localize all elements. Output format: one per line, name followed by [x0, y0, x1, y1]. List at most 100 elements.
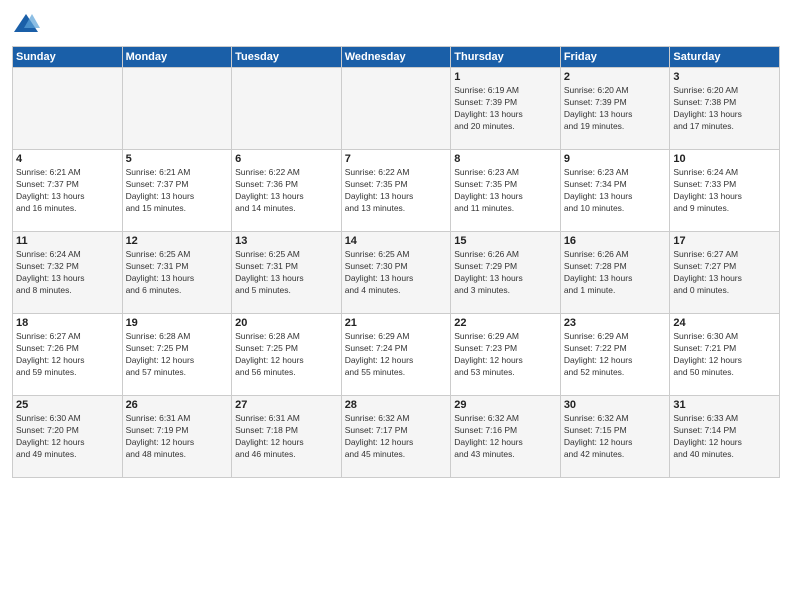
calendar-week-1: 1 Sunrise: 6:19 AM Sunset: 7:39 PM Daylig… — [13, 68, 780, 150]
calendar-cell: 25Sunrise: 6:30 AM Sunset: 7:20 PM Dayli… — [13, 396, 123, 478]
calendar-cell: 4 Sunrise: 6:21 AM Sunset: 7:37 PM Daylig… — [13, 150, 123, 232]
day-number: 14 — [345, 235, 448, 247]
day-info: Sunrise: 6:24 AM Sunset: 7:32 PM Dayligh… — [16, 249, 119, 297]
weekday-header-sunday: Sunday — [13, 47, 123, 68]
calendar-cell: 10Sunrise: 6:24 AM Sunset: 7:33 PM Dayli… — [670, 150, 780, 232]
calendar-cell: 17 Sunrise: 6:27 AM Sunset: 7:27 PM Dayli… — [670, 232, 780, 314]
calendar-cell: 3 Sunrise: 6:20 AM Sunset: 7:38 PM Daylig… — [670, 68, 780, 150]
day-info: Sunrise: 6:29 AM Sunset: 7:22 PM Dayligh… — [564, 331, 667, 379]
day-number: 19 — [126, 317, 229, 329]
calendar-cell: 23 Sunrise: 6:29 AM Sunset: 7:22 PM Dayli… — [560, 314, 670, 396]
calendar-week-3: 11 Sunrise: 6:24 AM Sunset: 7:32 PM Dayli… — [13, 232, 780, 314]
day-info: Sunrise: 6:27 AM Sunset: 7:26 PM Dayligh… — [16, 331, 119, 379]
day-number: 26 — [126, 399, 229, 411]
calendar-cell: 1 Sunrise: 6:19 AM Sunset: 7:39 PM Daylig… — [451, 68, 561, 150]
day-number: 22 — [454, 317, 557, 329]
day-number: 17 — [673, 235, 776, 247]
weekday-header-thursday: Thursday — [451, 47, 561, 68]
day-number: 18 — [16, 317, 119, 329]
day-number: 28 — [345, 399, 448, 411]
calendar-body: 1 Sunrise: 6:19 AM Sunset: 7:39 PM Daylig… — [13, 68, 780, 478]
calendar-cell: 12 Sunrise: 6:25 AM Sunset: 7:31 PM Dayli… — [122, 232, 232, 314]
calendar-cell: 30 Sunrise: 6:32 AM Sunset: 7:15 PM Dayli… — [560, 396, 670, 478]
day-info: Sunrise: 6:31 AM Sunset: 7:18 PM Dayligh… — [235, 413, 338, 461]
day-info: Sunrise: 6:30 AM Sunset: 7:21 PM Dayligh… — [673, 331, 776, 379]
day-number: 4 — [16, 153, 119, 165]
header — [12, 10, 780, 38]
day-number: 6 — [235, 153, 338, 165]
calendar-cell: 31 Sunrise: 6:33 AM Sunset: 7:14 PM Dayli… — [670, 396, 780, 478]
calendar-cell: 27 Sunrise: 6:31 AM Sunset: 7:18 PM Dayli… — [232, 396, 342, 478]
day-number: 2 — [564, 71, 667, 83]
calendar-cell: 21Sunrise: 6:29 AM Sunset: 7:24 PM Dayli… — [341, 314, 451, 396]
calendar-cell: 24 Sunrise: 6:30 AM Sunset: 7:21 PM Dayli… — [670, 314, 780, 396]
day-info: Sunrise: 6:20 AM Sunset: 7:39 PM Dayligh… — [564, 85, 667, 133]
calendar-cell: 26Sunrise: 6:31 AM Sunset: 7:19 PM Dayli… — [122, 396, 232, 478]
day-info: Sunrise: 6:32 AM Sunset: 7:15 PM Dayligh… — [564, 413, 667, 461]
day-number: 27 — [235, 399, 338, 411]
day-info: Sunrise: 6:23 AM Sunset: 7:34 PM Dayligh… — [564, 167, 667, 215]
day-number: 31 — [673, 399, 776, 411]
calendar-cell: 28 Sunrise: 6:32 AM Sunset: 7:17 PM Dayli… — [341, 396, 451, 478]
calendar-cell: 2 Sunrise: 6:20 AM Sunset: 7:39 PM Daylig… — [560, 68, 670, 150]
day-number: 15 — [454, 235, 557, 247]
calendar-cell: 15 Sunrise: 6:26 AM Sunset: 7:29 PM Dayli… — [451, 232, 561, 314]
day-number: 12 — [126, 235, 229, 247]
calendar-cell: 13 Sunrise: 6:25 AM Sunset: 7:31 PM Dayli… — [232, 232, 342, 314]
weekday-header-saturday: Saturday — [670, 47, 780, 68]
day-info: Sunrise: 6:25 AM Sunset: 7:31 PM Dayligh… — [235, 249, 338, 297]
calendar-cell: 5 Sunrise: 6:21 AM Sunset: 7:37 PM Daylig… — [122, 150, 232, 232]
day-info: Sunrise: 6:20 AM Sunset: 7:38 PM Dayligh… — [673, 85, 776, 133]
day-info: Sunrise: 6:30 AM Sunset: 7:20 PM Dayligh… — [16, 413, 119, 461]
day-info: Sunrise: 6:29 AM Sunset: 7:23 PM Dayligh… — [454, 331, 557, 379]
day-number: 24 — [673, 317, 776, 329]
day-number: 13 — [235, 235, 338, 247]
calendar-cell — [341, 68, 451, 150]
day-number: 9 — [564, 153, 667, 165]
day-number: 30 — [564, 399, 667, 411]
day-info: Sunrise: 6:26 AM Sunset: 7:29 PM Dayligh… — [454, 249, 557, 297]
day-info: Sunrise: 6:22 AM Sunset: 7:36 PM Dayligh… — [235, 167, 338, 215]
weekday-header-wednesday: Wednesday — [341, 47, 451, 68]
calendar-week-2: 4 Sunrise: 6:21 AM Sunset: 7:37 PM Daylig… — [13, 150, 780, 232]
weekday-row: SundayMondayTuesdayWednesdayThursdayFrid… — [13, 47, 780, 68]
calendar-cell: 14Sunrise: 6:25 AM Sunset: 7:30 PM Dayli… — [341, 232, 451, 314]
weekday-header-tuesday: Tuesday — [232, 47, 342, 68]
day-info: Sunrise: 6:26 AM Sunset: 7:28 PM Dayligh… — [564, 249, 667, 297]
day-number: 20 — [235, 317, 338, 329]
day-info: Sunrise: 6:32 AM Sunset: 7:17 PM Dayligh… — [345, 413, 448, 461]
calendar-week-5: 25Sunrise: 6:30 AM Sunset: 7:20 PM Dayli… — [13, 396, 780, 478]
weekday-header-monday: Monday — [122, 47, 232, 68]
day-number: 16 — [564, 235, 667, 247]
calendar-cell: 20 Sunrise: 6:28 AM Sunset: 7:25 PM Dayli… — [232, 314, 342, 396]
calendar-cell: 16 Sunrise: 6:26 AM Sunset: 7:28 PM Dayli… — [560, 232, 670, 314]
day-info: Sunrise: 6:27 AM Sunset: 7:27 PM Dayligh… — [673, 249, 776, 297]
day-number: 29 — [454, 399, 557, 411]
day-number: 5 — [126, 153, 229, 165]
day-info: Sunrise: 6:32 AM Sunset: 7:16 PM Dayligh… — [454, 413, 557, 461]
day-info: Sunrise: 6:25 AM Sunset: 7:31 PM Dayligh… — [126, 249, 229, 297]
calendar-header: SundayMondayTuesdayWednesdayThursdayFrid… — [13, 47, 780, 68]
logo-area — [12, 10, 44, 38]
calendar-cell: 19 Sunrise: 6:28 AM Sunset: 7:25 PM Dayli… — [122, 314, 232, 396]
day-number: 23 — [564, 317, 667, 329]
day-info: Sunrise: 6:21 AM Sunset: 7:37 PM Dayligh… — [16, 167, 119, 215]
day-number: 8 — [454, 153, 557, 165]
day-number: 1 — [454, 71, 557, 83]
calendar-cell: 6 Sunrise: 6:22 AM Sunset: 7:36 PM Daylig… — [232, 150, 342, 232]
day-info: Sunrise: 6:28 AM Sunset: 7:25 PM Dayligh… — [126, 331, 229, 379]
logo-icon — [12, 10, 40, 38]
day-number: 11 — [16, 235, 119, 247]
day-number: 3 — [673, 71, 776, 83]
day-info: Sunrise: 6:33 AM Sunset: 7:14 PM Dayligh… — [673, 413, 776, 461]
calendar-cell: 18 Sunrise: 6:27 AM Sunset: 7:26 PM Dayli… — [13, 314, 123, 396]
day-number: 10 — [673, 153, 776, 165]
calendar-cell: 11 Sunrise: 6:24 AM Sunset: 7:32 PM Dayli… — [13, 232, 123, 314]
day-info: Sunrise: 6:19 AM Sunset: 7:39 PM Dayligh… — [454, 85, 557, 133]
day-info: Sunrise: 6:21 AM Sunset: 7:37 PM Dayligh… — [126, 167, 229, 215]
day-info: Sunrise: 6:28 AM Sunset: 7:25 PM Dayligh… — [235, 331, 338, 379]
calendar-cell: 29 Sunrise: 6:32 AM Sunset: 7:16 PM Dayli… — [451, 396, 561, 478]
calendar-cell: 9 Sunrise: 6:23 AM Sunset: 7:34 PM Daylig… — [560, 150, 670, 232]
calendar-cell: 22 Sunrise: 6:29 AM Sunset: 7:23 PM Dayli… — [451, 314, 561, 396]
weekday-header-friday: Friday — [560, 47, 670, 68]
